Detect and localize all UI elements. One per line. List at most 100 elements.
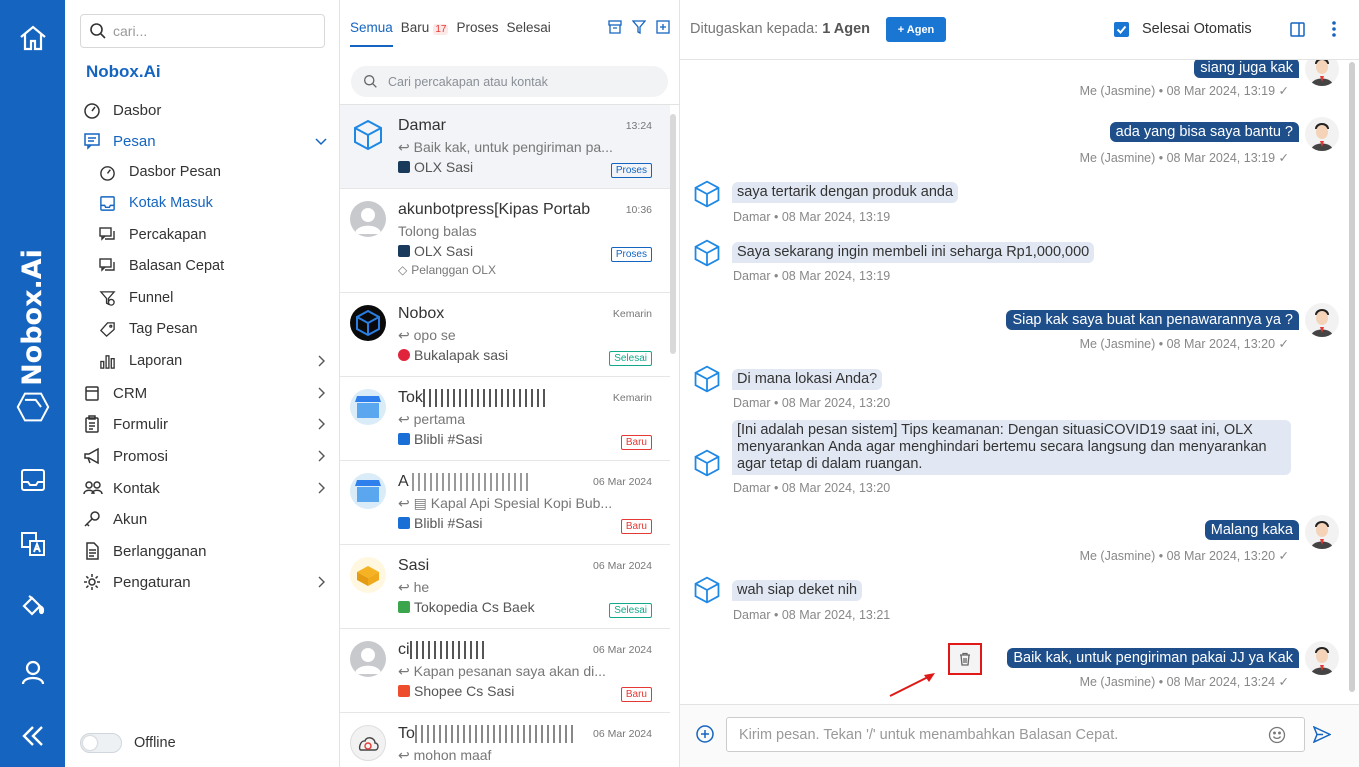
gear-icon <box>83 573 105 591</box>
channel-name: Bukalapak sasi <box>414 347 509 363</box>
menu-item-dasbor-pesan[interactable]: Dasbor Pesan <box>99 159 328 185</box>
delete-message-button[interactable] <box>948 643 982 675</box>
avatar-icon <box>350 641 386 677</box>
tab-proses[interactable]: Proses <box>456 20 498 47</box>
chat-scrollbar[interactable] <box>1349 62 1355 692</box>
agent-avatar-icon <box>1305 117 1339 151</box>
menu-item-tag-pesan[interactable]: Tag Pesan <box>99 316 328 342</box>
customer-cube-icon <box>692 447 724 479</box>
dashboard-icon <box>83 101 105 119</box>
conversation-scrollbar[interactable] <box>670 114 676 354</box>
menu-item-pesan[interactable]: Pesan <box>83 128 328 154</box>
menu-item-funnel[interactable]: Funnel <box>99 285 328 311</box>
auto-finish-checkbox[interactable] <box>1114 21 1129 37</box>
conversation-item[interactable]: A 06 Mar 2024 ↩ ▤ Kapal Api Spesial Kopi… <box>340 461 670 545</box>
auto-finish-label: Selesai Otomatis <box>1142 21 1252 37</box>
conversation-time: 06 Mar 2024 <box>593 560 652 572</box>
menu-item-pengaturan[interactable]: Pengaturan <box>83 569 328 595</box>
channel: Blibli #Sasi <box>398 515 482 531</box>
conversation-item[interactable]: Nobox Kemarin ↩ opo se Bukalapak sasi Se… <box>340 293 670 377</box>
message-input[interactable] <box>739 726 1259 743</box>
menu-item-crm[interactable]: CRM <box>83 380 328 406</box>
status-badge: Selesai <box>609 351 652 366</box>
incoming-message: Di mana lokasi Anda? <box>732 369 883 390</box>
contacts-icon <box>83 479 105 497</box>
reply-icon: ↩ <box>398 327 414 343</box>
agent-avatar-icon <box>1305 303 1339 337</box>
read-check-icon: ✓ <box>1278 337 1289 351</box>
conversation-tag: ◇ Pelanggan OLX <box>398 263 496 277</box>
tab-semua[interactable]: Semua <box>350 20 393 47</box>
menu-item-kotak-masuk[interactable]: Kotak Masuk <box>99 190 328 216</box>
auto-finish[interactable]: Selesai Otomatis <box>1114 21 1252 37</box>
status-badge: Baru <box>620 519 652 534</box>
send-icon[interactable] <box>1313 726 1331 743</box>
menu-item-berlangganan[interactable]: Berlangganan <box>83 538 328 564</box>
menu-item-kontak[interactable]: Kontak <box>83 475 328 501</box>
tab-selesai[interactable]: Selesai <box>506 20 550 47</box>
channel: Bukalapak sasi <box>398 347 508 363</box>
chevron-right-icon <box>314 481 328 495</box>
chevron-right-icon <box>314 449 328 463</box>
menu-search-input[interactable] <box>113 23 313 39</box>
menu-item-dasbor[interactable]: Dasbor <box>83 97 328 123</box>
last-message-text: mohon maaf <box>413 747 492 763</box>
menu-item-balasan-cepat[interactable]: Balasan Cepat <box>99 253 328 279</box>
new-count-badge: 17 <box>433 24 449 35</box>
online-toggle[interactable] <box>80 733 122 753</box>
conversation-item[interactable]: To 06 Mar 2024 ↩ mohon maaf <box>340 713 670 767</box>
emoji-icon[interactable] <box>1268 726 1286 744</box>
tab-baru[interactable]: Baru 17 <box>401 20 449 47</box>
crm-icon <box>83 384 105 402</box>
contact-name-text: A <box>398 473 408 491</box>
incoming-message: saya tertarik dengan produk anda <box>732 182 959 203</box>
channel-name: Blibli #Sasi <box>414 431 483 447</box>
conversation-item[interactable]: Sasi 06 Mar 2024 ↩ he Tokopedia Cs Baek … <box>340 545 670 629</box>
cube-avatar-icon <box>350 117 386 153</box>
add-attachment-icon[interactable] <box>696 725 714 743</box>
add-agent-button[interactable]: + Agen <box>886 17 946 42</box>
tag-icon: ◇ <box>398 263 408 277</box>
conversation-item[interactable]: akunbotpress[Kipas Portab 10:36 Tolong b… <box>340 189 670 293</box>
menu-item-percakapan[interactable]: Percakapan <box>99 222 328 248</box>
paint-bucket-icon[interactable] <box>16 589 50 623</box>
contact-name: akunbotpress[Kipas Portab <box>398 201 591 218</box>
menu-item-laporan[interactable]: Laporan <box>99 348 328 374</box>
conversation-item[interactable]: ci 06 Mar 2024 ↩ Kapan pesanan saya akan… <box>340 629 670 713</box>
home-icon[interactable] <box>16 21 50 55</box>
agent-avatar-icon <box>1305 515 1339 549</box>
archive-icon[interactable] <box>608 20 622 34</box>
last-message: ↩ pertama <box>398 411 618 428</box>
message-meta-text: Me (Jasmine) • 08 Mar 2024, 13:19 <box>1079 84 1276 98</box>
menu-item-promosi[interactable]: Promosi <box>83 443 328 469</box>
conversation-item[interactable]: Damar 13:24 ↩ Baik kak, untuk pengiriman… <box>340 105 670 189</box>
menu-item-akun[interactable]: Akun <box>83 506 328 532</box>
filter-icon[interactable] <box>632 20 646 34</box>
assigned-value: 1 Agen <box>822 21 871 37</box>
contact-name: A <box>398 473 618 491</box>
conversation-item[interactable]: Tok Kemarin ↩ pertama Blibli #Sasi Baru <box>340 377 670 461</box>
collapse-icon[interactable] <box>16 719 50 753</box>
conversation-search-input[interactable] <box>388 74 648 89</box>
inbox-icon[interactable] <box>16 463 50 497</box>
conversation-search[interactable] <box>351 66 668 97</box>
translate-icon[interactable] <box>16 527 50 561</box>
olx-icon <box>398 161 410 173</box>
menu-item-formulir[interactable]: Formulir <box>83 411 328 437</box>
last-message-text: Baik kak, untuk pengiriman pa... <box>413 139 613 155</box>
add-conversation-icon[interactable] <box>656 20 670 34</box>
status-badge: Baru <box>620 435 652 450</box>
quick-reply-icon <box>99 257 121 275</box>
more-vertical-icon[interactable] <box>1331 20 1337 38</box>
megaphone-icon <box>83 447 105 465</box>
user-icon[interactable] <box>16 655 50 689</box>
menu-search[interactable] <box>80 14 325 48</box>
app-root: Nobox.Ai Nobox.Ai Dasbor <box>0 0 1359 767</box>
offline-label: Offline <box>134 735 176 751</box>
contact-name-text: Tok <box>398 389 423 407</box>
box-avatar-icon <box>350 557 386 593</box>
message-input-box[interactable] <box>726 717 1305 752</box>
message-meta: Me (Jasmine) • 08 Mar 2024, 13:19 ✓ <box>1080 150 1289 165</box>
sidebar-toggle-icon[interactable] <box>1290 22 1305 37</box>
reply-icon: ↩ <box>398 747 414 763</box>
